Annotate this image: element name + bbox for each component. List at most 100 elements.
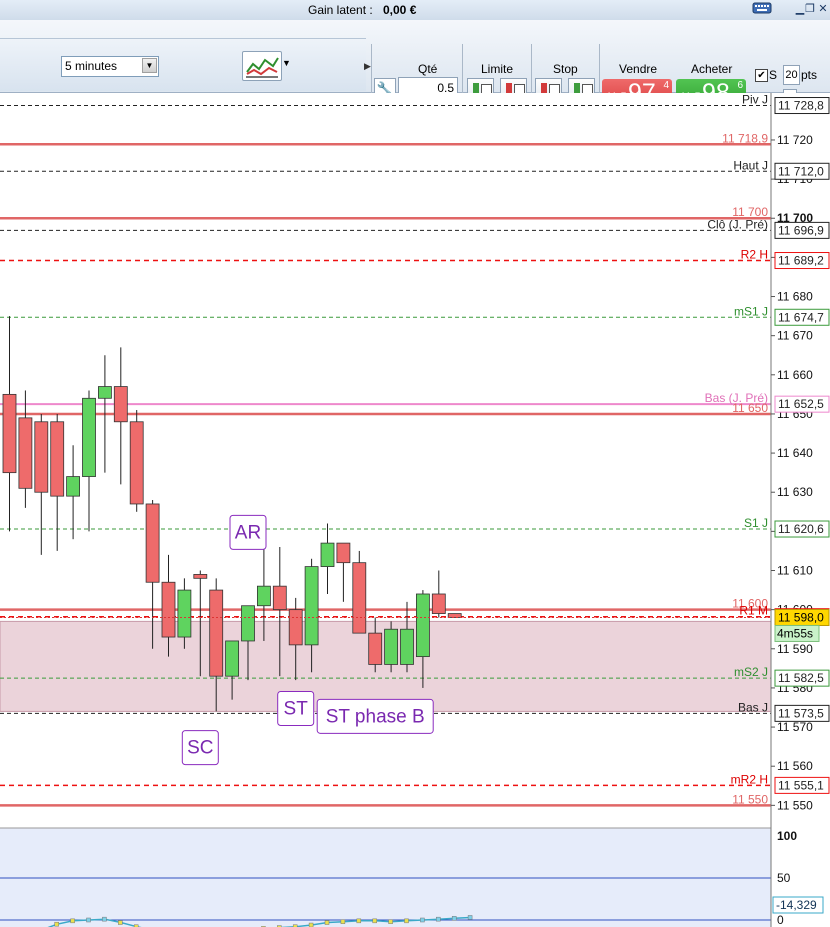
level-value-text: 11 728,8 bbox=[778, 99, 824, 113]
annotation-label: ST bbox=[284, 698, 309, 719]
level-value-text: 11 696,9 bbox=[778, 223, 824, 237]
candle-body bbox=[129, 421, 144, 505]
axis-tick-label: 11 550 bbox=[777, 798, 813, 812]
indicator-point bbox=[54, 921, 59, 927]
chart-type-button[interactable] bbox=[242, 51, 282, 81]
chart-settings-panel bbox=[0, 38, 366, 91]
axis-tick-label: 11 720 bbox=[777, 133, 813, 147]
indicator-axis-label: 50 bbox=[777, 871, 791, 885]
indicator-point bbox=[451, 916, 457, 921]
axis-tick-label: 11 660 bbox=[777, 368, 813, 382]
indicator-point bbox=[388, 919, 393, 924]
level-label: 11 718,9 bbox=[722, 131, 768, 145]
candle-body bbox=[177, 589, 192, 638]
candle-body bbox=[98, 386, 112, 399]
candle-body bbox=[320, 542, 335, 567]
candle-body bbox=[415, 593, 430, 658]
indicator-point bbox=[467, 915, 473, 920]
window-controls: ▁ ❐ ✕ bbox=[752, 1, 830, 19]
chart-toolbar: 5 minutes ▼ ▼ ▶ 🔧 Qté 0.5 Limite Stop Ve… bbox=[0, 20, 830, 109]
indicator-point bbox=[404, 918, 409, 924]
level-label: Haut J bbox=[733, 158, 768, 172]
indicator-point bbox=[102, 916, 107, 922]
candle-body bbox=[431, 593, 446, 614]
candle-body bbox=[272, 585, 287, 611]
countdown-text: 4m55s bbox=[777, 626, 813, 640]
candle-body bbox=[288, 609, 303, 646]
s-checkbox[interactable]: ✔ bbox=[755, 69, 768, 82]
indicator-point bbox=[356, 918, 362, 924]
level-value-text: 11 582,5 bbox=[778, 671, 824, 685]
candle-body bbox=[447, 613, 462, 618]
price-chart[interactable]: Piv J 11 718,9 Haut J 11 700 Clô (J. Pré) R2 … bbox=[0, 93, 830, 927]
level-label: 11 650 bbox=[732, 401, 768, 415]
candle-body bbox=[18, 417, 33, 489]
level-label: S1 J bbox=[744, 516, 768, 530]
chart-canvas[interactable]: Piv J11 718,9Haut J11 700Clô (J. Pré)R2 … bbox=[0, 93, 830, 927]
candle-body bbox=[161, 581, 176, 638]
candle-body bbox=[241, 605, 255, 642]
level-value-text: 11 652,5 bbox=[778, 397, 824, 411]
s-points-input[interactable]: 20 bbox=[783, 65, 800, 85]
timeframe-select[interactable]: 5 minutes ▼ bbox=[61, 56, 159, 77]
axis-tick-label: 11 670 bbox=[777, 329, 813, 343]
candle-body bbox=[209, 589, 224, 677]
candle-body bbox=[256, 585, 271, 607]
indicator-axis-label: 100 bbox=[777, 829, 797, 843]
level-label: R2 H bbox=[741, 248, 768, 262]
candle-body bbox=[113, 386, 128, 423]
level-label: Piv J bbox=[742, 93, 768, 107]
indicator-axis-label: 0 bbox=[777, 913, 784, 927]
collapse-arrow-icon[interactable]: ▶ bbox=[364, 61, 371, 72]
indicator-point bbox=[436, 916, 441, 922]
candle-body bbox=[384, 628, 399, 665]
level-value-text: 11 573,5 bbox=[778, 706, 824, 720]
level-label: Bas J bbox=[738, 700, 768, 714]
stop-label: Stop bbox=[553, 62, 578, 76]
axis-tick-label: 11 630 bbox=[777, 485, 813, 499]
candle-body bbox=[400, 628, 414, 665]
level-value-text: 11 674,7 bbox=[778, 310, 824, 324]
candle-body bbox=[193, 574, 208, 579]
chart-type-dropdown-icon[interactable]: ▼ bbox=[282, 58, 291, 68]
qty-label: Qté bbox=[418, 62, 438, 76]
indicator-point bbox=[70, 918, 75, 924]
candle-body bbox=[225, 640, 240, 677]
indicator-value-text: -14,329 bbox=[776, 898, 817, 912]
level-value-text: 11 712,0 bbox=[778, 164, 824, 178]
timeframe-value: 5 minutes bbox=[65, 59, 118, 73]
top-status-bar: Gain latent : 0,00 € ▁ ❐ ✕ bbox=[0, 0, 830, 21]
pts-label: pts bbox=[801, 68, 818, 82]
candle-body bbox=[82, 397, 96, 477]
indicator-point bbox=[420, 917, 425, 923]
level-label: mR2 H bbox=[731, 772, 768, 786]
s-checkbox-label: S bbox=[769, 68, 778, 82]
keyboard-icon[interactable] bbox=[752, 1, 772, 17]
candle-body bbox=[66, 476, 80, 497]
candle-body bbox=[50, 421, 65, 497]
axis-tick-label: 11 570 bbox=[777, 720, 813, 734]
annotation-label: AR bbox=[235, 522, 261, 543]
sell-label: Vendre bbox=[619, 62, 658, 76]
candle-body bbox=[352, 562, 367, 634]
candle-body bbox=[2, 393, 17, 474]
candle-body bbox=[34, 421, 49, 493]
indicator-point bbox=[340, 919, 346, 924]
level-value-text: 11 555,1 bbox=[778, 778, 824, 792]
candle-body bbox=[336, 542, 351, 564]
level-label: mS2 J bbox=[734, 665, 768, 679]
level-label: 11 550 bbox=[732, 792, 768, 806]
buy-label: Acheter bbox=[691, 62, 733, 76]
indicator-point bbox=[308, 922, 314, 927]
close-icon[interactable]: ✕ bbox=[815, 1, 830, 17]
level-label: R1 M bbox=[739, 604, 768, 618]
axis-tick-label: 11 640 bbox=[777, 446, 813, 460]
unrealized-gain-value: 0,00 € bbox=[383, 3, 417, 17]
indicator-point bbox=[372, 918, 377, 924]
chart-type-icon bbox=[246, 57, 279, 78]
chevron-down-icon[interactable]: ▼ bbox=[142, 58, 157, 73]
level-label: Clô (J. Pré) bbox=[707, 217, 768, 231]
axis-tick-label: 11 590 bbox=[777, 642, 813, 656]
candle-body bbox=[304, 566, 319, 646]
indicator-point bbox=[86, 917, 91, 923]
